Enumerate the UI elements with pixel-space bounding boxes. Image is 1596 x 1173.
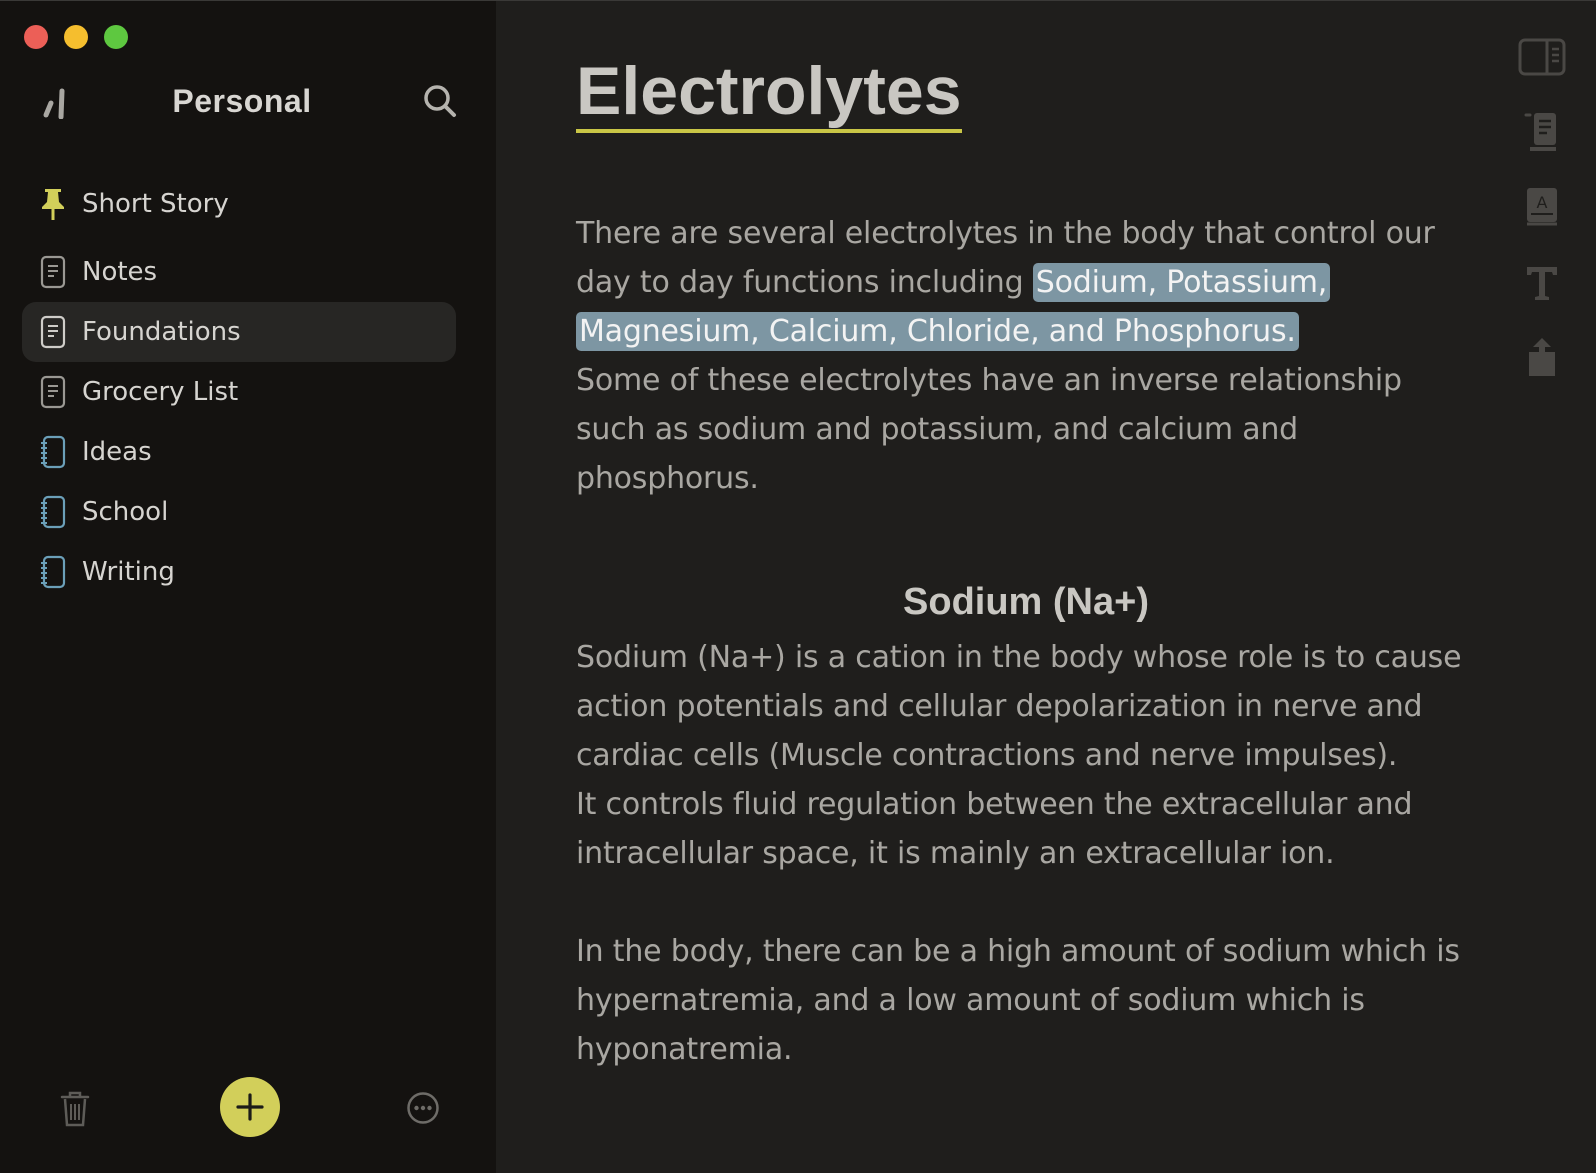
library-title: Personal — [0, 83, 490, 120]
sidebar-toggle-icon — [1517, 37, 1567, 77]
sidebar-item-school[interactable]: School — [22, 482, 456, 542]
sidebar-item-ideas[interactable]: Ideas — [22, 422, 456, 482]
trash-icon[interactable] — [58, 1089, 92, 1129]
selected-text[interactable]: Magnesium, Calcium, Chloride, and Phosph… — [576, 312, 1299, 351]
pin-icon — [40, 187, 66, 221]
minimize-window-button[interactable] — [64, 25, 88, 49]
notebook-icon — [40, 555, 66, 589]
sidebar-item-label: Ideas — [82, 437, 152, 467]
sidebar: Personal Short Story — [0, 1, 496, 1173]
blank-line — [576, 878, 1476, 927]
typography-button[interactable] — [1516, 256, 1568, 308]
app-window: Personal Short Story — [0, 0, 1596, 1173]
sidebar-item-label: Notes — [82, 257, 157, 287]
dictionary-button[interactable]: A — [1516, 181, 1568, 233]
sidebar-item-label: School — [82, 497, 168, 527]
share-button[interactable] — [1516, 331, 1568, 383]
sodium-paragraph-1[interactable]: Sodium (Na+) is a cation in the body who… — [576, 633, 1476, 780]
right-toolbar: A — [1514, 31, 1570, 406]
section-heading[interactable]: Sodium (Na+) — [576, 579, 1476, 625]
sidebar-item-writing[interactable]: Writing — [22, 542, 456, 602]
intro-paragraph[interactable]: There are several electrolytes in the bo… — [576, 209, 1476, 503]
close-window-button[interactable] — [24, 25, 48, 49]
notebook-icon — [40, 495, 66, 529]
search-icon[interactable] — [422, 83, 458, 119]
add-sheet-button[interactable] — [220, 1077, 280, 1137]
svg-text:A: A — [1537, 193, 1548, 212]
sodium-paragraph-2[interactable]: It controls fluid regulation between the… — [576, 780, 1476, 878]
document-title[interactable]: Electrolytes — [576, 53, 962, 133]
sidebar-item-label: Grocery List — [82, 377, 238, 407]
document-icon — [40, 315, 66, 349]
ellipsis-circle-icon[interactable] — [406, 1091, 440, 1125]
sidebar-footer — [0, 1053, 496, 1173]
sidebar-item-grocery-list[interactable]: Grocery List — [22, 362, 456, 422]
outline-icon — [1522, 111, 1562, 153]
sidebar-header: Personal — [0, 79, 496, 127]
sidebar-item-label: Short Story — [82, 189, 229, 219]
selected-text[interactable]: Sodium, Potassium, — [1033, 263, 1330, 302]
sheet-list: Short Story Notes Foun — [22, 172, 456, 602]
sidebar-item-short-story[interactable]: Short Story — [22, 172, 456, 236]
document-icon — [40, 255, 66, 289]
dictionary-icon: A — [1524, 186, 1560, 228]
document-icon — [40, 375, 66, 409]
sodium-paragraph-3[interactable]: In the body, there can be a high amount … — [576, 927, 1476, 1074]
intro-continuation-text: Some of these electrolytes have an inver… — [576, 363, 1402, 496]
document-body[interactable]: Electrolytes There are several electroly… — [576, 53, 1476, 1074]
sidebar-item-foundations[interactable]: Foundations — [22, 302, 456, 362]
plus-icon — [235, 1092, 265, 1122]
sidebar-toggle-button[interactable] — [1516, 31, 1568, 83]
typography-icon — [1522, 262, 1562, 302]
share-icon — [1524, 336, 1560, 378]
notebook-icon — [40, 435, 66, 469]
outline-button[interactable] — [1516, 106, 1568, 158]
sidebar-item-label: Foundations — [82, 317, 241, 347]
window-controls — [24, 25, 128, 49]
editor[interactable]: Electrolytes There are several electroly… — [496, 1, 1596, 1173]
zoom-window-button[interactable] — [104, 25, 128, 49]
sidebar-item-label: Writing — [82, 557, 175, 587]
sidebar-item-notes[interactable]: Notes — [22, 242, 456, 302]
